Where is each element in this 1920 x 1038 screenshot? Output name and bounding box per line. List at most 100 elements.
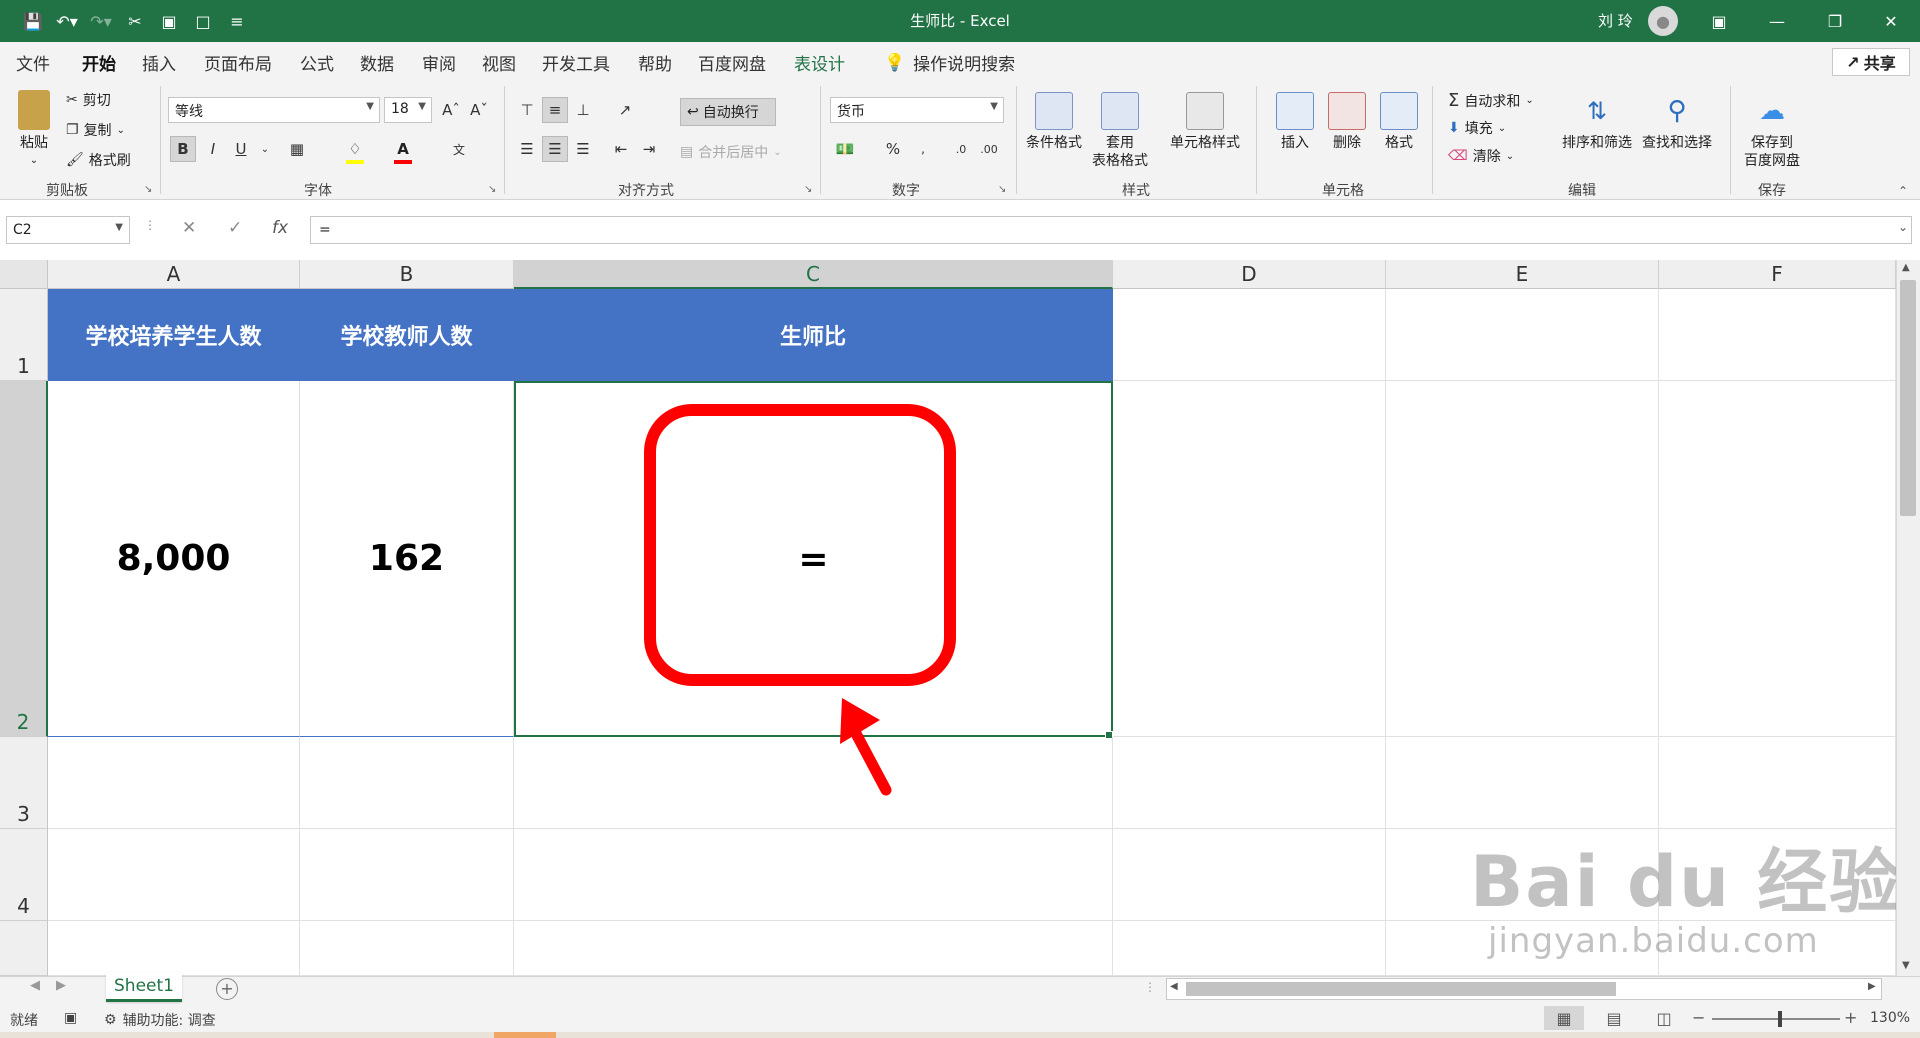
cell-d4[interactable] (1113, 829, 1386, 921)
cut-button[interactable]: ✂ 剪切 (66, 90, 111, 110)
cell-d1[interactable] (1113, 289, 1386, 381)
copy-button[interactable]: ❐ 复制 ⌄ (66, 120, 125, 140)
cancel-icon[interactable]: ✕ (182, 218, 196, 238)
decrease-decimal-icon[interactable]: .00 (976, 136, 1002, 162)
cell-d3[interactable] (1113, 737, 1386, 829)
collapse-ribbon-icon[interactable]: ⌃ (1898, 184, 1908, 198)
cell-c1[interactable]: 生师比 (514, 289, 1113, 381)
increase-font-icon[interactable]: Aˆ (438, 97, 464, 123)
conditional-formatting-button[interactable]: 条件格式 (1026, 92, 1082, 152)
accessibility-status[interactable]: ⚙ 辅助功能: 调查 (104, 1010, 216, 1030)
decrease-indent-icon[interactable]: ⇤ (608, 136, 634, 162)
cell-b5[interactable] (300, 921, 514, 976)
column-header-b[interactable]: B (300, 260, 514, 289)
clear-button[interactable]: ⌫ 清除 ⌄ (1448, 146, 1514, 166)
cell-b2[interactable]: 162 (300, 381, 514, 737)
percent-button[interactable]: % (880, 136, 906, 162)
column-header-e[interactable]: E (1386, 260, 1659, 289)
align-left-icon[interactable]: ☰ (514, 136, 540, 162)
cell-d5[interactable] (1113, 921, 1386, 976)
tab-file[interactable]: 文件 (16, 50, 50, 75)
currency-icon[interactable]: 💵 (832, 136, 858, 162)
scroll-up-icon[interactable]: ▲ (1902, 262, 1910, 273)
row-header-5[interactable] (0, 921, 48, 976)
tab-formulas[interactable]: 公式 (300, 50, 334, 75)
borders-icon[interactable]: ▦ (284, 136, 310, 162)
underline-button[interactable]: U (228, 136, 254, 162)
phonetic-icon[interactable]: 文 (446, 136, 472, 162)
paste-button[interactable]: 粘贴 ⌄ (18, 90, 50, 170)
scroll-right-icon[interactable]: ▶ (1868, 981, 1876, 992)
tab-review[interactable]: 审阅 (422, 50, 456, 75)
format-as-table-button[interactable]: 套用 表格格式 (1092, 92, 1148, 170)
select-all-button[interactable] (0, 260, 48, 289)
fill-button[interactable]: ⬇ 填充 ⌄ (1448, 118, 1506, 138)
column-header-d[interactable]: D (1113, 260, 1386, 289)
insert-cells-button[interactable]: 插入 (1276, 92, 1314, 152)
cell-b4[interactable] (300, 829, 514, 921)
find-select-button[interactable]: ⚲ 查找和选择 (1642, 92, 1712, 152)
cell-e1[interactable] (1386, 289, 1659, 381)
cell-c5[interactable] (514, 921, 1113, 976)
scroll-left-icon[interactable]: ◀ (1170, 981, 1178, 992)
page-layout-view-icon[interactable]: ▤ (1594, 1006, 1634, 1030)
dialog-launcher-icon[interactable]: ↘ (998, 184, 1006, 195)
tab-developer[interactable]: 开发工具 (542, 50, 610, 75)
add-sheet-icon[interactable]: + (216, 978, 238, 1000)
close-icon[interactable]: ✕ (1862, 0, 1920, 42)
increase-indent-icon[interactable]: ⇥ (636, 136, 662, 162)
dialog-launcher-icon[interactable]: ↘ (144, 184, 152, 195)
tell-me-search[interactable]: 💡 操作说明搜索 (884, 50, 1015, 76)
enter-icon[interactable]: ✓ (228, 218, 242, 238)
cell-a5[interactable] (48, 921, 300, 976)
next-sheet-icon[interactable]: ▶ (56, 978, 66, 993)
restore-icon[interactable]: ❐ (1806, 0, 1864, 42)
autosum-button[interactable]: Σ 自动求和 ⌄ (1448, 90, 1534, 111)
formula-input[interactable]: = (310, 216, 1912, 244)
cell-styles-button[interactable]: 单元格样式 (1170, 92, 1240, 152)
previous-sheet-icon[interactable]: ◀ (30, 978, 40, 993)
tab-table-design[interactable]: 表设计 (794, 50, 845, 75)
insert-function-icon[interactable]: fx (272, 218, 288, 238)
dialog-launcher-icon[interactable]: ↘ (488, 184, 496, 195)
cell-c4[interactable] (514, 829, 1113, 921)
cell-e3[interactable] (1386, 737, 1659, 829)
cell-f1[interactable] (1659, 289, 1896, 381)
share-button[interactable]: ↗ 共享 (1832, 48, 1910, 76)
horizontal-scroll-thumb[interactable] (1186, 982, 1616, 996)
minimize-icon[interactable]: — (1748, 0, 1806, 42)
decrease-font-icon[interactable]: Aˇ (466, 97, 492, 123)
normal-view-icon[interactable]: ▦ (1544, 1006, 1584, 1030)
macro-record-icon[interactable]: ▣ (64, 1010, 77, 1026)
tab-page-layout[interactable]: 页面布局 (204, 50, 272, 75)
vertical-scroll-thumb[interactable] (1900, 280, 1916, 516)
align-top-icon[interactable]: ⊤ (514, 97, 540, 123)
align-middle-icon[interactable]: ≡ (542, 97, 568, 123)
tab-help[interactable]: 帮助 (638, 50, 672, 75)
dialog-launcher-icon[interactable]: ↘ (804, 184, 812, 195)
cell-a2[interactable]: 8,000 (48, 381, 300, 737)
cell-e2[interactable] (1386, 381, 1659, 737)
ribbon-display-icon[interactable]: ▣ (1690, 0, 1748, 42)
row-header-3[interactable]: 3 (0, 737, 48, 829)
user-name[interactable]: 刘 玲 (1598, 10, 1633, 31)
save-to-baidu-button[interactable]: ☁ 保存到 百度网盘 (1744, 92, 1800, 170)
delete-cells-button[interactable]: 删除 (1328, 92, 1366, 152)
avatar[interactable]: ● (1648, 6, 1678, 36)
cell-a3[interactable] (48, 737, 300, 829)
align-center-icon[interactable]: ☰ (542, 136, 568, 162)
name-box[interactable]: C2 ▼ (6, 216, 130, 244)
align-bottom-icon[interactable]: ⊥ (570, 97, 596, 123)
tab-insert[interactable]: 插入 (142, 50, 176, 75)
scroll-down-icon[interactable]: ▼ (1902, 960, 1910, 971)
row-header-2[interactable]: 2 (0, 381, 48, 737)
cell-a1[interactable]: 学校培养学生人数 (48, 289, 300, 381)
wrap-text-button[interactable]: ↩ 自动换行 (680, 98, 776, 126)
expand-formula-bar-icon[interactable]: ⌄ (1898, 220, 1908, 234)
column-header-c[interactable]: C (514, 260, 1113, 289)
format-painter-button[interactable]: 🖌 格式刷 (66, 150, 131, 170)
cell-b1[interactable]: 学校教师人数 (300, 289, 514, 381)
increase-decimal-icon[interactable]: .0 (948, 136, 974, 162)
cell-f3[interactable] (1659, 737, 1896, 829)
split-handle-icon[interactable]: ⋮ (1144, 980, 1156, 994)
